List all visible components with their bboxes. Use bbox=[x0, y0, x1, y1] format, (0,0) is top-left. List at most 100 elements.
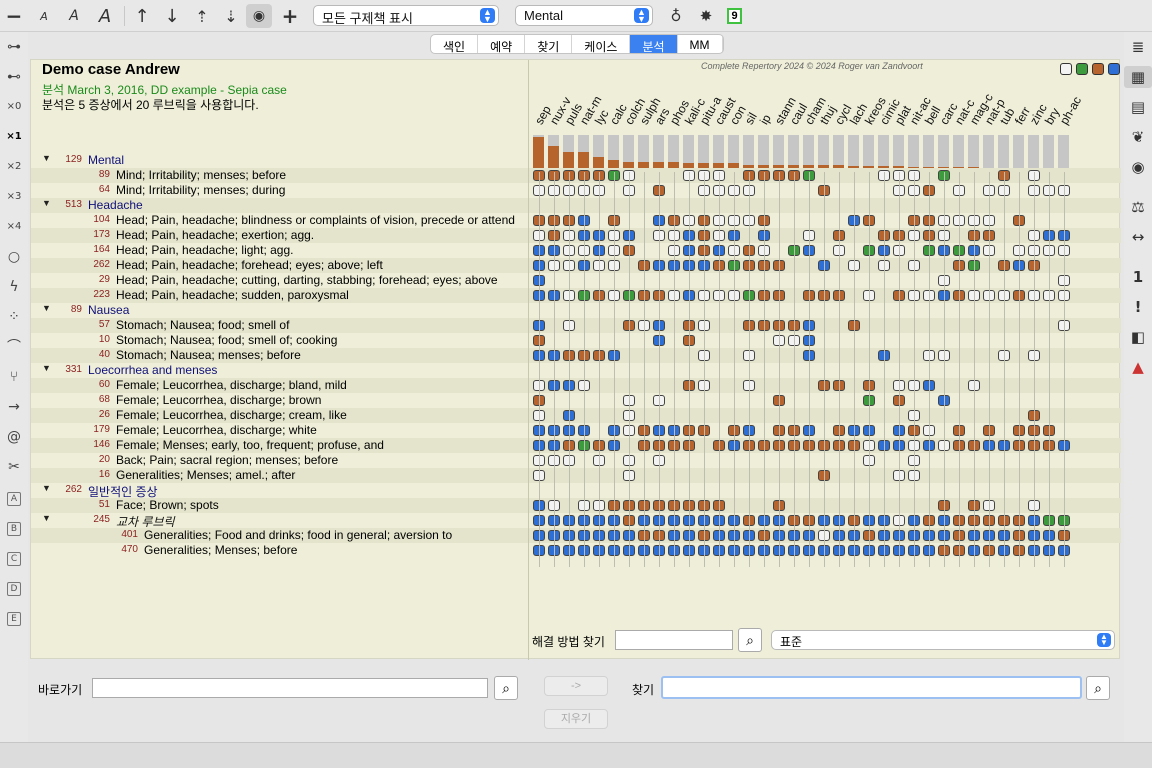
filter-a-button[interactable]: A bbox=[0, 486, 28, 508]
tab-3[interactable]: 케이스 bbox=[572, 35, 631, 53]
clear-button[interactable]: 지우기 bbox=[544, 709, 608, 729]
rubric-row[interactable]: 164 Head; Pain, headache; light; agg. bbox=[31, 243, 528, 258]
magic-wand-icon[interactable]: ✸ bbox=[696, 4, 716, 28]
disclosure-triangle-icon[interactable]: ▼ bbox=[42, 303, 51, 313]
rubric-row[interactable]: 146 Female; Menses; early, too, frequent;… bbox=[31, 438, 528, 453]
count-badge[interactable]: 9 bbox=[727, 8, 742, 24]
fork-icon[interactable]: ⑂ bbox=[0, 366, 28, 388]
rubric-row[interactable]: 10 Stomach; Nausea; food; smell of; cooki… bbox=[31, 333, 528, 348]
scale-icon[interactable]: ⚖ bbox=[1124, 196, 1152, 218]
rubric-row[interactable]: 20 Back; Pain; sacral region; menses; bef… bbox=[31, 453, 528, 468]
legend-swatch[interactable] bbox=[1060, 63, 1072, 75]
legend-swatch[interactable] bbox=[1092, 63, 1104, 75]
rubric-row[interactable]: ▼ 331 Loecorrhea and menses bbox=[31, 363, 528, 378]
gradient-icon[interactable]: ◧ bbox=[1124, 326, 1152, 348]
eye-icon[interactable]: ◉ bbox=[246, 4, 272, 28]
arrow-right-icon[interactable]: → bbox=[0, 396, 28, 418]
remedy-sort-select[interactable]: 표준 ▲ ▼ bbox=[771, 630, 1115, 650]
rubric-row[interactable]: 64 Mind; Irritability; menses; during bbox=[31, 183, 528, 198]
filter-e-button[interactable]: E bbox=[0, 606, 28, 628]
weight-4-button[interactable]: ×4 bbox=[0, 216, 28, 238]
disclosure-triangle-icon[interactable]: ▼ bbox=[42, 153, 51, 163]
arrow-button[interactable]: -> bbox=[544, 676, 608, 696]
circle-icon[interactable]: ○ bbox=[0, 246, 28, 268]
list-icon[interactable]: ≣ bbox=[1124, 36, 1152, 58]
spiral-icon[interactable]: @ bbox=[0, 426, 28, 448]
cross-icon[interactable]: ✂ bbox=[0, 456, 28, 478]
arrow-down-icon[interactable]: ↓ bbox=[162, 4, 182, 28]
filter-d-button[interactable]: D bbox=[0, 576, 28, 598]
legend-swatch[interactable] bbox=[1108, 63, 1120, 75]
number-1-button[interactable]: 1 bbox=[1124, 266, 1152, 288]
rubric-row[interactable]: 104 Head; Pain, headache; blindness or co… bbox=[31, 213, 528, 228]
plus-icon[interactable]: + bbox=[280, 4, 300, 28]
rubric-row[interactable]: 60 Female; Leucorrhea, discharge; bland, … bbox=[31, 378, 528, 393]
weight-2-button[interactable]: ×2 bbox=[0, 156, 28, 178]
font-small-icon[interactable]: A bbox=[34, 4, 54, 28]
search-icon[interactable]: ⌕ bbox=[1086, 676, 1110, 700]
rubric-row[interactable]: 26 Female; Leucorrhea, discharge; cream, … bbox=[31, 408, 528, 423]
rubric-row[interactable]: 89 Mind; Irritability; menses; before bbox=[31, 168, 528, 183]
rubric-row[interactable]: 29 Head; Pain, headache; cutting, darting… bbox=[31, 273, 528, 288]
eye-icon[interactable]: ◉ bbox=[1124, 156, 1152, 178]
tab-1[interactable]: 예약 bbox=[478, 35, 526, 53]
disclosure-triangle-icon[interactable]: ▼ bbox=[42, 198, 51, 208]
tab-2[interactable]: 찾기 bbox=[525, 35, 573, 53]
rubric-row[interactable]: ▼ 245 교차 루브릭 bbox=[31, 513, 528, 529]
tab-5[interactable]: MM bbox=[678, 35, 723, 53]
search-icon[interactable]: ⌕ bbox=[738, 628, 762, 652]
grid-icon[interactable]: ▦ bbox=[1124, 66, 1152, 88]
rubric-row[interactable]: 40 Stomach; Nausea; menses; before bbox=[31, 348, 528, 363]
stack-icon[interactable]: ▲ bbox=[1124, 356, 1152, 378]
filter-c-button[interactable]: C bbox=[0, 546, 28, 568]
weight-1-button[interactable]: ×1 bbox=[0, 126, 28, 148]
legend-swatch[interactable] bbox=[1076, 63, 1088, 75]
unlink-icon[interactable]: ⊷ bbox=[0, 66, 28, 88]
rubric-row[interactable]: 68 Female; Leucorrhea, discharge; brown bbox=[31, 393, 528, 408]
leaf-icon[interactable]: ❦ bbox=[1124, 126, 1152, 148]
chapter-select[interactable]: Mental ▲ ▼ bbox=[515, 5, 653, 26]
weight-0-button[interactable]: ×0 bbox=[0, 96, 28, 118]
lightning-icon[interactable]: ϟ bbox=[0, 276, 28, 298]
weight-3-button[interactable]: ×3 bbox=[0, 186, 28, 208]
rubric-row[interactable]: 470 Generalities; Menses; before bbox=[31, 543, 528, 558]
rubric-row[interactable]: 51 Face; Brown; spots bbox=[31, 498, 528, 513]
arrow-up-dotted-icon[interactable]: ⇡ bbox=[192, 4, 212, 28]
rubric-row[interactable]: 179 Female; Leucorrhea, discharge; white bbox=[31, 423, 528, 438]
goto-input[interactable] bbox=[92, 678, 488, 698]
dots-icon[interactable]: ⁘ bbox=[0, 306, 28, 328]
rubric-row[interactable]: ▼ 129 Mental bbox=[31, 153, 528, 168]
view-select[interactable]: 모든 구제책 표시 ▲ ▼ bbox=[313, 5, 499, 26]
find-input[interactable] bbox=[661, 676, 1082, 699]
rubric-row[interactable]: 223 Head; Pain, headache; sudden, paroxys… bbox=[31, 288, 528, 303]
remedy-search-input[interactable] bbox=[615, 630, 733, 650]
rubric-row[interactable]: 16 Generalities; Menses; amel.; after bbox=[31, 468, 528, 483]
remedy-name[interactable]: ph-ac bbox=[1057, 94, 1084, 127]
tab-4[interactable]: 분석 bbox=[630, 35, 678, 53]
exclamation-button[interactable]: ! bbox=[1124, 296, 1152, 318]
font-large-icon[interactable]: A bbox=[93, 4, 117, 28]
lightbulb-icon[interactable]: ♁ bbox=[666, 4, 686, 28]
rubric-label: Headache bbox=[88, 198, 143, 212]
link-icon[interactable]: ⊶ bbox=[0, 36, 28, 58]
rubric-row[interactable]: 401 Generalities; Food and drinks; food i… bbox=[31, 528, 528, 543]
rubric-row[interactable]: 262 Head; Pain, headache; forehead; eyes;… bbox=[31, 258, 528, 273]
zoom-out-icon[interactable]: − bbox=[4, 4, 24, 28]
tab-0[interactable]: 색인 bbox=[431, 35, 479, 53]
rubric-row[interactable]: 57 Stomach; Nausea; food; smell of bbox=[31, 318, 528, 333]
disclosure-triangle-icon[interactable]: ▼ bbox=[42, 363, 51, 373]
disclosure-triangle-icon[interactable]: ▼ bbox=[42, 513, 51, 523]
disclosure-triangle-icon[interactable]: ▼ bbox=[42, 483, 51, 493]
width-icon[interactable]: ↔ bbox=[1124, 226, 1152, 248]
arrow-down-dotted-icon[interactable]: ⇣ bbox=[221, 4, 241, 28]
arc-icon[interactable]: ⌒ bbox=[0, 336, 28, 358]
table-icon[interactable]: ▤ bbox=[1124, 96, 1152, 118]
font-medium-icon[interactable]: A bbox=[63, 4, 85, 28]
rubric-row[interactable]: ▼ 513 Headache bbox=[31, 198, 528, 213]
search-icon[interactable]: ⌕ bbox=[494, 676, 518, 700]
rubric-row[interactable]: ▼ 262 일반적인 증상 bbox=[31, 483, 528, 499]
rubric-row[interactable]: ▼ 89 Nausea bbox=[31, 303, 528, 318]
filter-b-button[interactable]: B bbox=[0, 516, 28, 538]
rubric-row[interactable]: 173 Head; Pain, headache; exertion; agg. bbox=[31, 228, 528, 243]
arrow-up-icon[interactable]: ↑ bbox=[132, 4, 152, 28]
